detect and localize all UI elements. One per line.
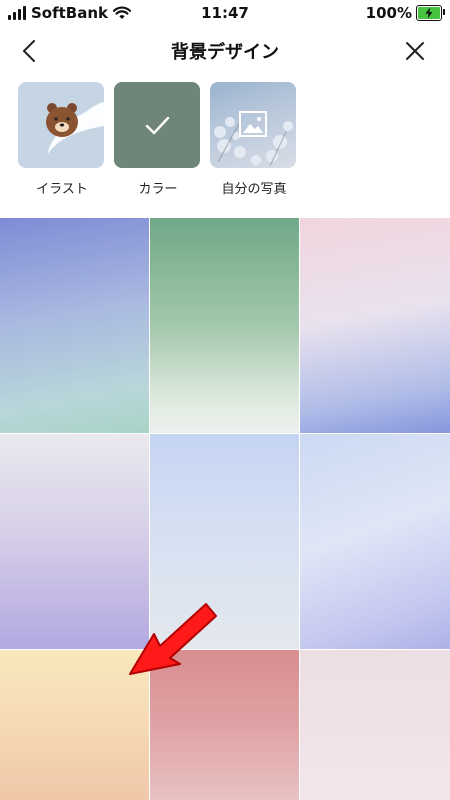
status-bar: SoftBank 11:47 100% bbox=[0, 0, 450, 26]
illustration-thumbnail bbox=[18, 82, 104, 168]
color-swatch[interactable] bbox=[300, 650, 450, 800]
option-illustration[interactable]: イラスト bbox=[18, 82, 106, 197]
color-swatch[interactable] bbox=[0, 218, 149, 433]
color-thumbnail bbox=[114, 82, 200, 168]
option-my-photo[interactable]: 自分の写真 bbox=[210, 82, 298, 197]
color-swatch[interactable] bbox=[150, 218, 299, 433]
color-swatch[interactable] bbox=[300, 218, 450, 433]
option-color[interactable]: カラー bbox=[114, 82, 202, 197]
option-label: 自分の写真 bbox=[221, 182, 287, 197]
option-label: イラスト bbox=[36, 182, 88, 197]
battery-fill bbox=[418, 7, 440, 19]
photo-thumbnail bbox=[210, 82, 296, 168]
bear-illustration-icon bbox=[46, 102, 104, 154]
close-button[interactable] bbox=[400, 36, 430, 66]
page-title: 背景デザイン bbox=[171, 42, 279, 63]
red-arrow-icon bbox=[129, 603, 217, 675]
color-swatch[interactable] bbox=[300, 434, 450, 649]
battery-icon bbox=[416, 5, 445, 21]
status-right: 100% bbox=[365, 4, 445, 22]
image-icon bbox=[239, 111, 267, 137]
header: 背景デザイン bbox=[0, 28, 450, 74]
battery-percent: 100% bbox=[365, 4, 412, 22]
option-label: カラー bbox=[138, 182, 178, 197]
color-swatch-grid bbox=[0, 218, 450, 800]
charging-bolt-icon bbox=[425, 7, 433, 19]
checkmark-icon bbox=[145, 116, 170, 135]
background-type-options: イラスト カラー 自分の写真 bbox=[0, 82, 450, 202]
close-icon bbox=[406, 42, 424, 60]
